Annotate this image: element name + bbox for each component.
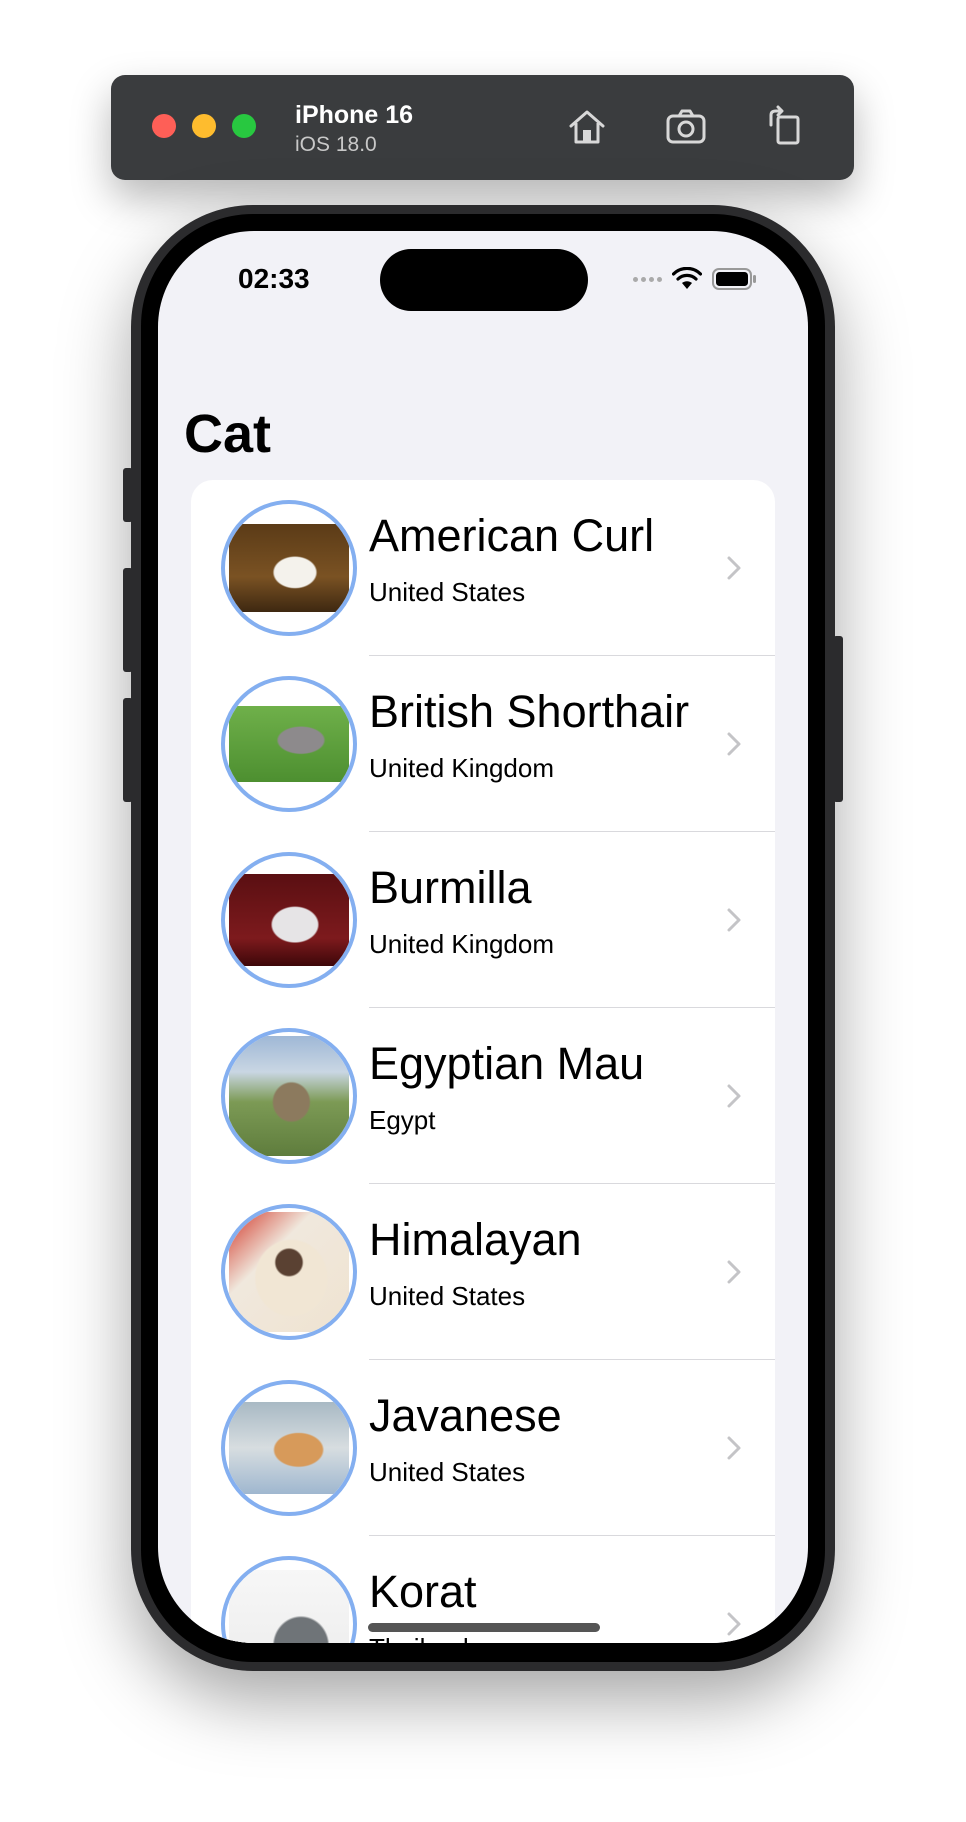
cat-name: Korat: [369, 1566, 477, 1617]
cat-thumbnail: [221, 1028, 357, 1164]
cat-thumbnail: [221, 1556, 357, 1643]
wifi-icon: [672, 267, 702, 289]
status-icons: [633, 267, 756, 291]
cat-name: British Shorthair: [369, 686, 690, 737]
cat-origin: Egypt: [369, 1105, 436, 1135]
cat-name: Egyptian Mau: [369, 1038, 645, 1089]
list-item[interactable]: Burmilla United Kingdom: [191, 832, 775, 1008]
list-item[interactable]: Egyptian Mau Egypt: [191, 1008, 775, 1184]
page-title: Cat: [184, 404, 272, 464]
list-item[interactable]: Javanese United States: [191, 1360, 775, 1536]
cat-thumbnail: [221, 1380, 357, 1516]
close-window-button[interactable]: [152, 114, 176, 138]
cat-origin: United Kingdom: [369, 929, 554, 959]
chevron-right-icon: [727, 908, 741, 932]
simulator-toolbar: iPhone 16 iOS 18.0: [111, 75, 854, 180]
status-time: 02:33: [238, 263, 310, 294]
chevron-right-icon: [727, 1612, 741, 1636]
chevron-right-icon: [727, 1260, 741, 1284]
chevron-right-icon: [727, 732, 741, 756]
cat-list: American Curl United States British Shor…: [191, 480, 775, 1643]
cat-thumbnail: [221, 500, 357, 636]
cat-origin: United States: [369, 1457, 526, 1487]
battery-icon: [712, 268, 756, 290]
minimize-window-button[interactable]: [192, 114, 216, 138]
cat-origin: United Kingdom: [369, 753, 554, 783]
chevron-right-icon: [727, 1084, 741, 1108]
list-item[interactable]: American Curl United States: [191, 480, 775, 656]
home-icon[interactable]: [565, 105, 609, 149]
rotate-icon[interactable]: [763, 105, 807, 149]
chevron-right-icon: [727, 556, 741, 580]
cat-origin: United States: [369, 577, 526, 607]
chevron-right-icon: [727, 1436, 741, 1460]
list-item[interactable]: British Shorthair United Kingdom: [191, 656, 775, 832]
list-item[interactable]: Himalayan United States: [191, 1184, 775, 1360]
cat-thumbnail: [221, 852, 357, 988]
os-version: iOS 18.0: [295, 133, 377, 156]
home-indicator[interactable]: [368, 1623, 600, 1632]
device-name: iPhone 16: [295, 101, 414, 129]
cat-name: Himalayan: [369, 1214, 582, 1265]
signal-dots-icon: [633, 276, 662, 282]
cat-thumbnail: [221, 676, 357, 812]
screenshot-icon[interactable]: [664, 105, 708, 149]
cat-origin: United States: [369, 1281, 526, 1311]
cat-name: American Curl: [369, 510, 655, 561]
dynamic-island: [380, 249, 588, 311]
cat-name: Javanese: [369, 1390, 562, 1441]
cat-origin: Thailand: [369, 1633, 469, 1643]
zoom-window-button[interactable]: [232, 114, 256, 138]
cat-name: Burmilla: [369, 862, 532, 913]
cat-thumbnail: [221, 1204, 357, 1340]
phone-screen: 02:33 Cat American Curl United States Br…: [158, 231, 808, 1643]
